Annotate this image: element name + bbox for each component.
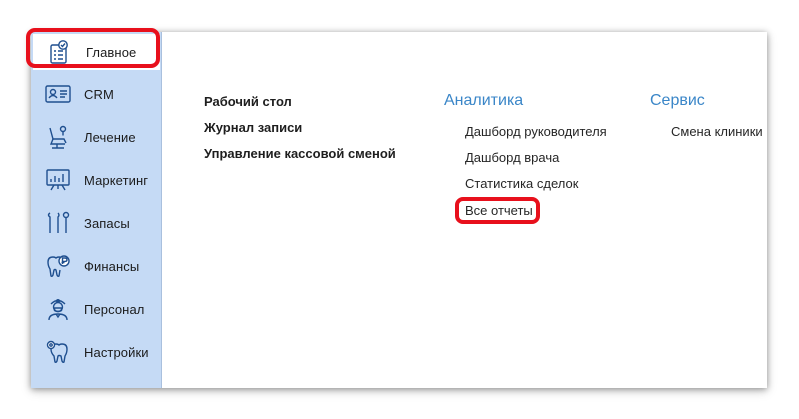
sidebar-item-label: Главное	[86, 44, 137, 60]
doctor-icon	[44, 295, 72, 323]
home-checklist-icon	[46, 38, 74, 66]
link-change-clinic[interactable]: Смена клиники	[671, 124, 763, 139]
sidebar-item-treatment[interactable]: Лечение	[31, 119, 161, 155]
link-manager-dashboard[interactable]: Дашборд руководителя	[465, 124, 607, 139]
link-doctor-dashboard[interactable]: Дашборд врача	[465, 150, 559, 165]
sidebar-item-crm[interactable]: CRM	[31, 76, 161, 112]
sidebar-item-label: Персонал	[84, 301, 145, 317]
sidebar-item-settings[interactable]: Настройки	[31, 334, 161, 370]
tooth-coin-icon	[44, 252, 72, 280]
sidebar-item-label: Финансы	[84, 258, 140, 274]
sidebar-item-label: Запасы	[84, 215, 130, 231]
id-card-icon	[44, 80, 72, 108]
link-cash-shift[interactable]: Управление кассовой сменой	[204, 146, 396, 172]
sidebar-item-label: Настройки	[84, 344, 149, 360]
link-deal-statistics[interactable]: Статистика сделок	[465, 176, 578, 191]
tooth-gear-icon	[44, 338, 72, 366]
link-appointment-journal[interactable]: Журнал записи	[204, 120, 396, 146]
dental-chair-icon	[44, 123, 72, 151]
main-panel: Рабочий стол Журнал записи Управление ка…	[162, 32, 767, 388]
sidebar-item-main[interactable]: Главное	[33, 34, 160, 70]
link-desktop[interactable]: Рабочий стол	[204, 94, 396, 120]
sidebar-item-inventory[interactable]: Запасы	[31, 205, 161, 241]
sidebar-item-label: CRM	[84, 86, 114, 102]
sidebar-item-marketing[interactable]: Маркетинг	[31, 162, 161, 198]
sidebar-item-label: Маркетинг	[84, 172, 149, 188]
sidebar-item-staff[interactable]: Персонал	[31, 291, 161, 327]
app-window: Главное CRM Лечение Маркетинг Запасы Фин…	[26, 28, 767, 388]
sidebar-item-finance[interactable]: Финансы	[31, 248, 161, 284]
sidebar: Главное CRM Лечение Маркетинг Запасы Фин…	[26, 28, 162, 388]
sidebar-item-label: Лечение	[84, 129, 136, 145]
quick-links: Рабочий стол Журнал записи Управление ка…	[204, 94, 396, 172]
link-all-reports[interactable]: Все отчеты	[465, 203, 533, 218]
dental-tools-icon	[44, 209, 72, 237]
analytics-heading: Аналитика	[444, 92, 524, 109]
chart-board-icon	[44, 166, 72, 194]
service-heading: Сервис	[650, 92, 705, 109]
